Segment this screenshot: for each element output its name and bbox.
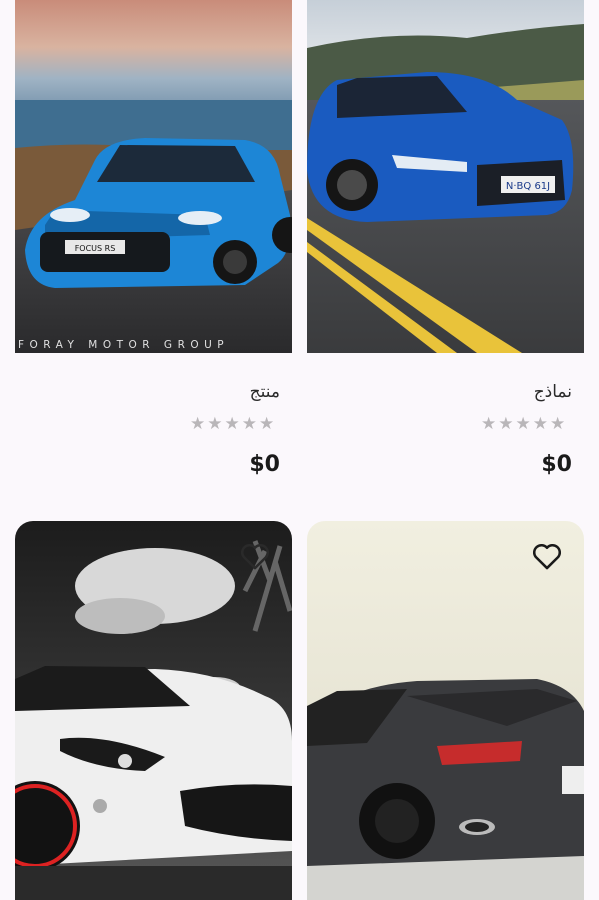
star-icon: ★	[259, 414, 275, 434]
product-image-r8-black[interactable]	[307, 521, 584, 900]
product-image-maserati[interactable]	[15, 521, 292, 900]
star-icon: ★	[532, 414, 548, 434]
license-plate-text: FOCUS RS	[75, 244, 116, 253]
license-plate-text: N·BQ 61J	[506, 181, 550, 192]
star-icon: ★	[550, 414, 566, 434]
heart-outline-icon	[241, 543, 269, 570]
star-icon: ★	[515, 414, 531, 434]
star-icon: ★	[481, 414, 497, 434]
product-title: منتج	[249, 382, 280, 402]
favorite-button[interactable]	[238, 539, 272, 573]
product-title: نماذج	[533, 382, 572, 402]
product-image-focus[interactable]: FOCUS RS FORAY MOTOR GROUP	[15, 0, 292, 353]
heart-outline-icon	[533, 543, 561, 570]
star-icon: ★	[498, 414, 514, 434]
star-icon: ★	[207, 414, 223, 434]
product-image-r8-blue[interactable]: N·BQ 61J	[307, 0, 584, 353]
star-icon: ★	[224, 414, 240, 434]
product-price: $0	[249, 452, 280, 477]
star-icon: ★	[241, 414, 257, 434]
product-price: $0	[541, 452, 572, 477]
star-rating: ★ ★ ★ ★ ★	[481, 416, 565, 433]
favorite-button[interactable]	[530, 539, 564, 573]
star-icon: ★	[190, 414, 206, 434]
image-watermark: FORAY MOTOR GROUP	[18, 339, 230, 351]
star-rating: ★ ★ ★ ★ ★	[190, 416, 274, 433]
